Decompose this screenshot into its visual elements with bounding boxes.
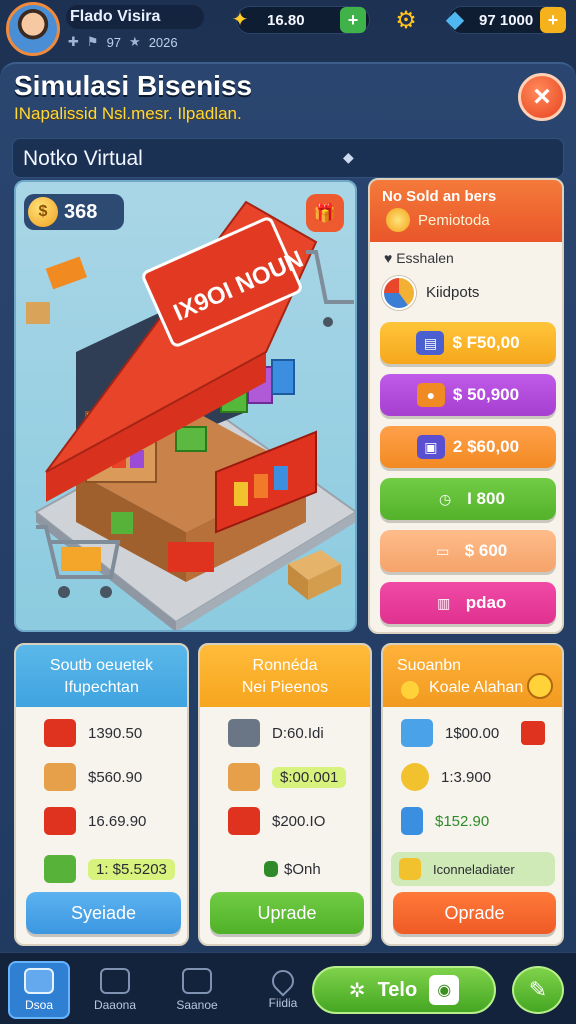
puzzle-icon: ✚ [68, 34, 79, 49]
list-item: $Onh [200, 851, 370, 887]
list-item: $560.90 [16, 759, 187, 795]
list-item: 1$00.00 [383, 715, 562, 751]
store-illustration: IX9OI NOUN [26, 200, 355, 630]
card-products: Soutb oeuetek Ifupechtan 1390.50 $560.90… [14, 643, 189, 946]
upgrade-button-equipment[interactable]: Uprade [210, 892, 364, 934]
red-tag-icon [521, 721, 545, 745]
card-equipment: Ronnéda Nei Pieenos D:60.Idi $:00.001 $2… [198, 643, 372, 946]
gear-coin-icon[interactable]: ⚙ [390, 4, 422, 36]
gems-amount: 97 1000 [479, 11, 534, 29]
carton-icon [228, 763, 260, 791]
butterfly-icon: ✦ [231, 8, 249, 31]
red-crate-icon [228, 807, 260, 835]
map-icon [100, 968, 130, 994]
card-equipment-header: Ronnéda Nei Pieenos [200, 645, 370, 707]
player-rank: 2026 [148, 34, 178, 50]
red-box-icon [44, 719, 76, 747]
star-icon: ★ [129, 34, 141, 49]
list-item: Iconneladiater [383, 851, 562, 887]
page-title: Simulasi Biseniss [14, 70, 253, 101]
close-icon: × [533, 80, 551, 113]
nav-item-location[interactable]: Fiidia [252, 961, 314, 1019]
chat-icon [399, 858, 421, 880]
network-icon: ✲ [348, 979, 366, 1002]
close-button[interactable]: × [518, 73, 566, 121]
offer-button-2[interactable]: ● $ 50,900 [380, 374, 556, 416]
card-icon: ▭ [436, 542, 450, 559]
offers-subheading: Pemiotoda [418, 212, 490, 229]
list-item: $152.90 [383, 803, 562, 839]
box-icon: ▣ [416, 435, 445, 459]
card-services-header: Suoanbn Koale Alahan [383, 645, 562, 707]
tele-label: Telo [377, 978, 418, 1001]
green-box-icon [44, 855, 76, 883]
card-equipment-subtitle: Nei Pieenos [241, 679, 329, 696]
upgrade-button-products[interactable]: Syeiade [26, 892, 181, 934]
offer-button-3[interactable]: ▣ 2 $60,00 [380, 426, 556, 468]
card-equipment-title: Ronnéda [252, 657, 318, 674]
gold-amount: 16.80 [267, 11, 305, 29]
add-gems-button[interactable]: + [540, 7, 566, 33]
pencil-icon: ✎ [528, 977, 548, 1002]
books-icon: ▤ [416, 331, 445, 355]
offers-header: No Sold an bers Pemiotoda [370, 180, 562, 242]
card-products-header: Soutb oeuetek Ifupechtan [16, 645, 187, 707]
chevron-down-icon: ◆ [343, 149, 354, 165]
store-box-icon [24, 968, 54, 994]
offers-section-label: ♥ Esshalen [384, 250, 454, 266]
green-square-icon [264, 861, 278, 877]
card-services: Suoanbn Koale Alahan 1$00.00 1:3.900 $15… [381, 643, 564, 946]
offer-button-1[interactable]: ▤ $ F50,00 [380, 322, 556, 364]
upgrade-button-services[interactable]: Oprade [393, 892, 556, 934]
edit-button[interactable]: ✎ [512, 966, 564, 1014]
nav-item-store[interactable]: Dsoa [8, 961, 70, 1019]
offers-heading: No Sold an bers [382, 188, 497, 205]
offers-panel: No Sold an bers Pemiotoda ♥ Esshalen Kii… [368, 178, 564, 634]
delivery-icon [401, 719, 433, 747]
flag-icon: ⚑ [86, 34, 99, 49]
list-item: $:00.001 [200, 759, 370, 795]
gem-icon: ◆ [445, 5, 465, 33]
list-item: 1:3.900 [383, 759, 562, 795]
gift-card-icon: ▥ [437, 594, 451, 611]
card-products-title: Soutb oeuetek [49, 657, 154, 674]
card-products-subtitle: Ifupechtan [64, 679, 139, 696]
nav-item-map[interactable]: Daaona [84, 961, 146, 1019]
offers-kpi-label: Kiidpots [426, 284, 480, 301]
page-subtitle: INapalissid Nsl.mesr. Ilpadlan. [14, 104, 242, 123]
store-scene[interactable]: $ 368 🎁 IX9OI NOUN [14, 180, 357, 632]
phone-icon [401, 807, 423, 835]
coin-icon [401, 681, 419, 699]
player-avatar[interactable] [6, 2, 60, 56]
carton-icon [44, 763, 76, 791]
house-icon [182, 968, 212, 994]
store-selector-label: Notko Virtual [23, 147, 143, 170]
fruit-crate-icon [44, 807, 76, 835]
location-pin-icon [267, 965, 299, 997]
offer-button-6[interactable]: ▥ pdao [380, 582, 556, 624]
tele-button[interactable]: ✲ Telo ◉ [312, 966, 496, 1014]
settings-coin-icon[interactable] [527, 673, 553, 699]
list-item: 16.69.90 [16, 803, 187, 839]
clock-icon: ◷ [438, 490, 452, 507]
list-item: $200.IO [200, 803, 370, 839]
cash-register-icon [228, 719, 260, 747]
store-selector[interactable]: Notko Virtual ◆ [12, 138, 564, 178]
coin-icon [386, 208, 410, 232]
camera-icon: ◉ [429, 975, 460, 1005]
chart-badge-icon [382, 276, 416, 310]
top-bar: Flado Visira ✚ ⚑ 97 ★ 2026 16.80 ✦ + ⚙ 9… [0, 0, 576, 62]
player-name: Flado Visira [70, 8, 161, 25]
offer-button-5[interactable]: ▭ $ 600 [380, 530, 556, 572]
nav-item-shop[interactable]: Saanoe [166, 961, 228, 1019]
list-item: 1: $5.5203 [16, 851, 187, 887]
player-level: 97 [106, 34, 122, 50]
player-stats: ✚ ⚑ 97 ★ 2026 [68, 34, 178, 50]
clock-coin-icon [401, 763, 429, 791]
list-item: D:60.Idi [200, 715, 370, 751]
add-gold-button[interactable]: + [340, 7, 366, 33]
list-item: 1390.50 [16, 715, 187, 751]
offer-button-4[interactable]: ◷ I 800 [380, 478, 556, 520]
coin-stack-icon: ● [416, 383, 445, 407]
